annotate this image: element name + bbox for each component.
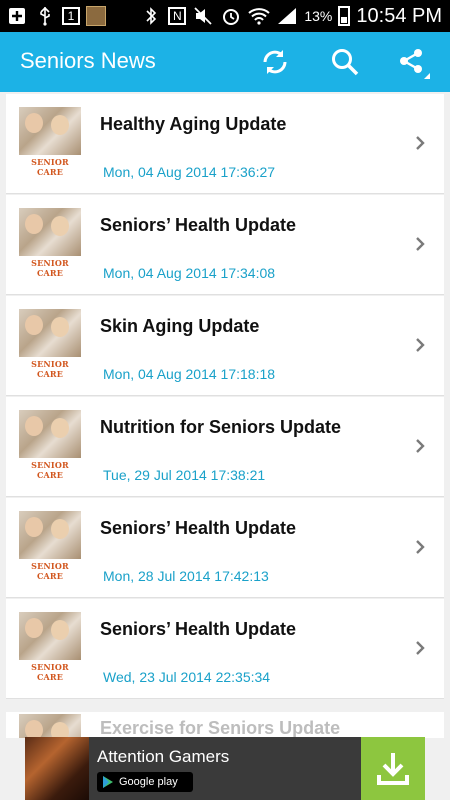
item-date: Mon, 28 Jul 2014 17:42:13 <box>103 568 269 584</box>
senior-care-thumbnail: SENIOR CARE <box>19 309 81 379</box>
chevron-right-icon <box>416 439 425 453</box>
play-store-icon <box>103 776 113 788</box>
status-bar: 1 N 13% 10:54 PM <box>0 0 450 32</box>
list-item-partial[interactable]: Exercise for Seniors Update <box>6 712 444 738</box>
senior-care-thumbnail: SENIOR CARE <box>19 612 81 682</box>
wifi-icon <box>248 6 271 26</box>
senior-care-thumbnail: SENIOR CARE <box>19 511 81 581</box>
chevron-right-icon <box>416 641 425 655</box>
item-title: Exercise for Seniors Update <box>100 718 341 738</box>
list-item[interactable]: SENIOR CARE Seniors’ Health Update Mon, … <box>6 195 444 295</box>
senior-care-thumbnail: SENIOR CARE <box>19 107 81 177</box>
share-icon <box>400 49 430 79</box>
news-list: SENIOR CARE Healthy Aging Update Mon, 04… <box>6 94 444 699</box>
search-button[interactable] <box>327 44 363 80</box>
ad-game-image <box>25 737 89 800</box>
item-date: Mon, 04 Aug 2014 17:36:27 <box>103 164 276 180</box>
refresh-button[interactable] <box>257 44 293 80</box>
app-bar: Seniors News <box>0 32 450 92</box>
item-title: Skin Aging Update <box>100 316 260 336</box>
battery-icon <box>338 6 351 26</box>
google-play-badge: Google play <box>97 772 193 792</box>
item-title: Seniors’ Health Update <box>100 619 297 639</box>
usb-icon <box>34 6 56 26</box>
chevron-right-icon <box>416 237 425 251</box>
battery-percent: 13% <box>304 8 333 24</box>
item-date: Tue, 29 Jul 2014 17:38:21 <box>103 467 266 483</box>
add-notification-icon <box>6 6 28 26</box>
ad-title: Attention Gamers <box>97 747 230 766</box>
item-title: Seniors’ Health Update <box>100 215 297 235</box>
mute-icon <box>192 6 214 26</box>
bluetooth-icon <box>140 6 162 26</box>
item-title: Seniors’ Health Update <box>100 518 297 538</box>
notification-count-icon: 1 <box>62 7 80 25</box>
chevron-right-icon <box>416 136 425 150</box>
list-item[interactable]: SENIOR CARE Healthy Aging Update Mon, 04… <box>6 94 444 194</box>
list-item[interactable]: SENIOR CARE Skin Aging Update Mon, 04 Au… <box>6 296 444 396</box>
list-item[interactable]: SENIOR CARE Seniors’ Health Update Wed, … <box>6 599 444 699</box>
ad-banner[interactable]: Attention Gamers Google play <box>25 737 425 800</box>
item-title: Nutrition for Seniors Update <box>100 417 342 437</box>
search-icon <box>332 49 359 76</box>
list-item[interactable]: SENIOR CARE Seniors’ Health Update Mon, … <box>6 498 444 598</box>
chevron-right-icon <box>416 540 425 554</box>
refresh-icon <box>263 50 287 74</box>
senior-care-thumbnail: SENIOR CARE <box>19 208 81 278</box>
download-icon <box>377 752 409 785</box>
chevron-right-icon <box>416 338 425 352</box>
item-date: Mon, 04 Aug 2014 17:34:08 <box>103 265 276 281</box>
clock: 10:54 PM <box>356 4 442 27</box>
share-button[interactable] <box>395 44 431 80</box>
app-thumbnail-icon <box>86 6 106 26</box>
alarm-icon <box>220 6 242 26</box>
signal-icon <box>276 6 298 26</box>
senior-care-thumbnail: SENIOR CARE <box>19 410 81 480</box>
list-item[interactable]: SENIOR CARE Nutrition for Seniors Update… <box>6 397 444 497</box>
item-date: Wed, 23 Jul 2014 22:35:34 <box>103 669 271 685</box>
item-title: Healthy Aging Update <box>100 114 287 134</box>
item-date: Mon, 04 Aug 2014 17:18:18 <box>103 366 276 382</box>
nfc-icon: N <box>168 7 187 25</box>
app-title: Seniors News <box>20 48 156 73</box>
senior-care-thumbnail <box>19 714 81 738</box>
ad-download-button[interactable] <box>361 737 425 800</box>
